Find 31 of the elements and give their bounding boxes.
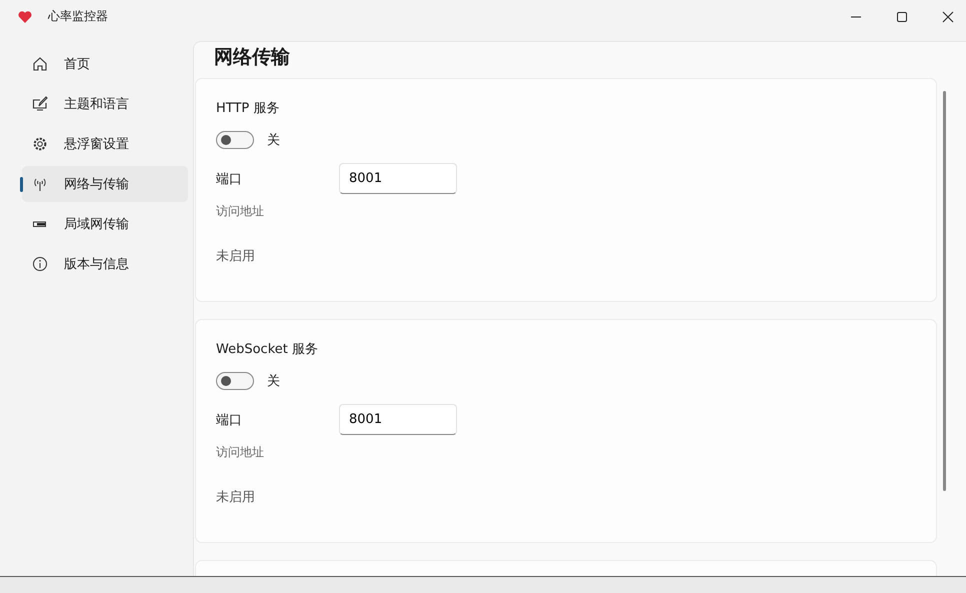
- port-label: 端口: [216, 412, 243, 428]
- settings-icon: [32, 136, 48, 152]
- service-title: WebSocket 服务: [216, 341, 319, 358]
- address-label: 访问地址: [216, 444, 265, 461]
- maximize-icon[interactable]: [896, 10, 908, 22]
- home-icon: [32, 56, 48, 72]
- port-input[interactable]: 8001: [339, 404, 457, 435]
- close-icon[interactable]: [942, 10, 954, 22]
- pen-screen-icon: [32, 96, 48, 112]
- heart-icon: [18, 10, 32, 22]
- status-text: 未启用: [216, 489, 256, 506]
- toggle-state: 关: [267, 132, 280, 149]
- page-title: 网络传输: [213, 45, 291, 70]
- port-input[interactable]: 8001: [339, 163, 457, 194]
- info-icon: [32, 256, 48, 272]
- address-label: 访问地址: [216, 203, 265, 220]
- toggle-state: 关: [267, 373, 280, 390]
- nav-item[interactable]: 首页: [22, 46, 188, 82]
- nav-item[interactable]: 局域网传输: [22, 206, 188, 242]
- toggle-switch[interactable]: [216, 131, 254, 149]
- port-label: 端口: [216, 170, 243, 188]
- antenna-icon: [32, 176, 48, 192]
- service-title: HTTP 服务: [216, 100, 280, 117]
- nav-item[interactable]: 网络与传输: [22, 166, 188, 202]
- nav-item[interactable]: 版本与信息: [22, 246, 188, 282]
- scrollbar[interactable]: [943, 91, 946, 491]
- toggle-switch[interactable]: [216, 372, 254, 390]
- nav-item[interactable]: 悬浮窗设置: [22, 126, 188, 162]
- window-title: 心率监控器: [48, 8, 108, 25]
- status-text: 未启用: [216, 248, 256, 265]
- nav-item[interactable]: 主题和语言: [22, 86, 188, 122]
